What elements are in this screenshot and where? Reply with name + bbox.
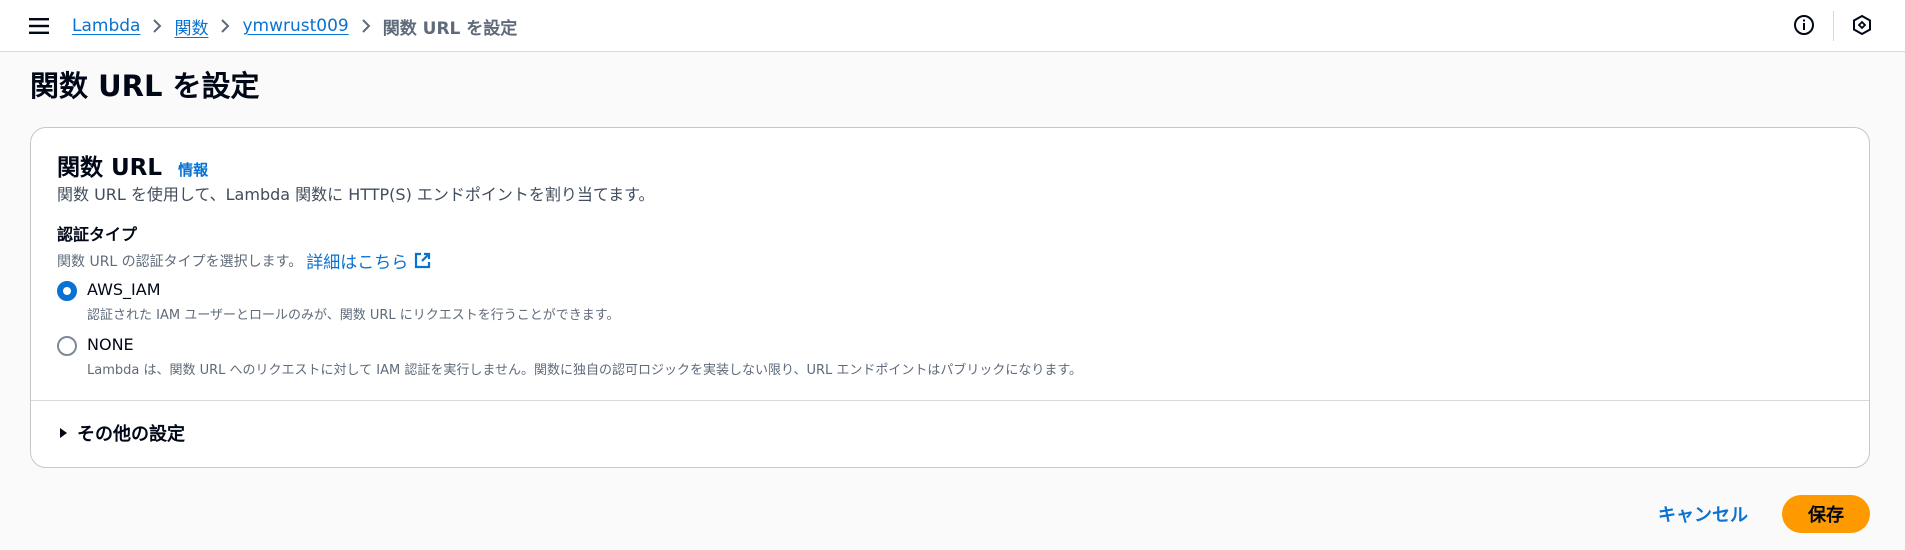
radio-label-none: NONE — [87, 335, 134, 354]
panel-title: 関数 URL — [57, 155, 163, 181]
page-title: 関数 URL を設定 — [30, 69, 260, 103]
radio-button-aws-iam[interactable] — [57, 281, 77, 301]
chevron-right-icon — [220, 19, 230, 33]
additional-settings-expander[interactable]: その他の設定 — [57, 420, 185, 446]
caret-right-icon — [60, 428, 67, 438]
panel-description: 関数 URL を使用して、Lambda 関数に HTTP(S) エンドポイントを… — [57, 185, 655, 204]
panel-divider — [31, 400, 1869, 401]
info-link[interactable]: 情報 — [178, 159, 208, 180]
chevron-right-icon — [152, 19, 162, 33]
cancel-button[interactable]: キャンセル — [1640, 495, 1766, 533]
external-link-icon — [415, 252, 431, 269]
auth-type-description-text: 関数 URL の認証タイプを選択します。 — [57, 253, 303, 270]
breadcrumb: Lambda 関数 ymwrust009 関数 URL を設定 — [72, 12, 517, 40]
breadcrumb-lambda[interactable]: Lambda — [72, 16, 140, 36]
auth-type-label: 認証タイプ — [57, 225, 138, 244]
radio-option-none[interactable]: NONE Lambda は、関数 URL へのリクエストに対して IAM 認証を… — [57, 334, 1082, 378]
radio-option-aws-iam[interactable]: AWS_IAM 認証された IAM ユーザーとロールのみが、関数 URL にリク… — [57, 279, 619, 323]
save-button[interactable]: 保存 — [1782, 495, 1870, 533]
auth-type-description: 関数 URL の認証タイプを選択します。 詳細はこちら — [57, 248, 431, 273]
radio-description-aws-iam: 認証された IAM ユーザーとロールのみが、関数 URL にリクエストを行うこと… — [87, 308, 620, 323]
form-actions: キャンセル 保存 — [1640, 495, 1870, 533]
top-navigation: Lambda 関数 ymwrust009 関数 URL を設定 — [0, 0, 1905, 52]
toolbar-divider — [1833, 11, 1834, 41]
info-circle-icon[interactable] — [1792, 13, 1816, 37]
feedback-icon[interactable] — [1851, 14, 1875, 38]
learn-more-link[interactable]: 詳細はこちら — [306, 248, 431, 273]
panel-header: 関数 URL 情報 — [57, 148, 208, 182]
breadcrumb-function-name[interactable]: ymwrust009 — [242, 16, 348, 36]
additional-settings-label: その他の設定 — [77, 424, 185, 445]
radio-button-none[interactable] — [57, 336, 77, 356]
radio-description-none: Lambda は、関数 URL へのリクエストに対して IAM 認証を実行しませ… — [87, 363, 1083, 378]
breadcrumb-current: 関数 URL を設定 — [382, 18, 518, 39]
breadcrumb-functions[interactable]: 関数 — [174, 14, 208, 39]
function-url-panel: 関数 URL 情報 関数 URL を使用して、Lambda 関数に HTTP(S… — [30, 127, 1870, 468]
learn-more-label: 詳細はこちら — [306, 253, 409, 273]
menu-icon[interactable] — [26, 13, 52, 39]
chevron-right-icon — [361, 19, 371, 33]
radio-label-aws-iam: AWS_IAM — [87, 280, 161, 299]
